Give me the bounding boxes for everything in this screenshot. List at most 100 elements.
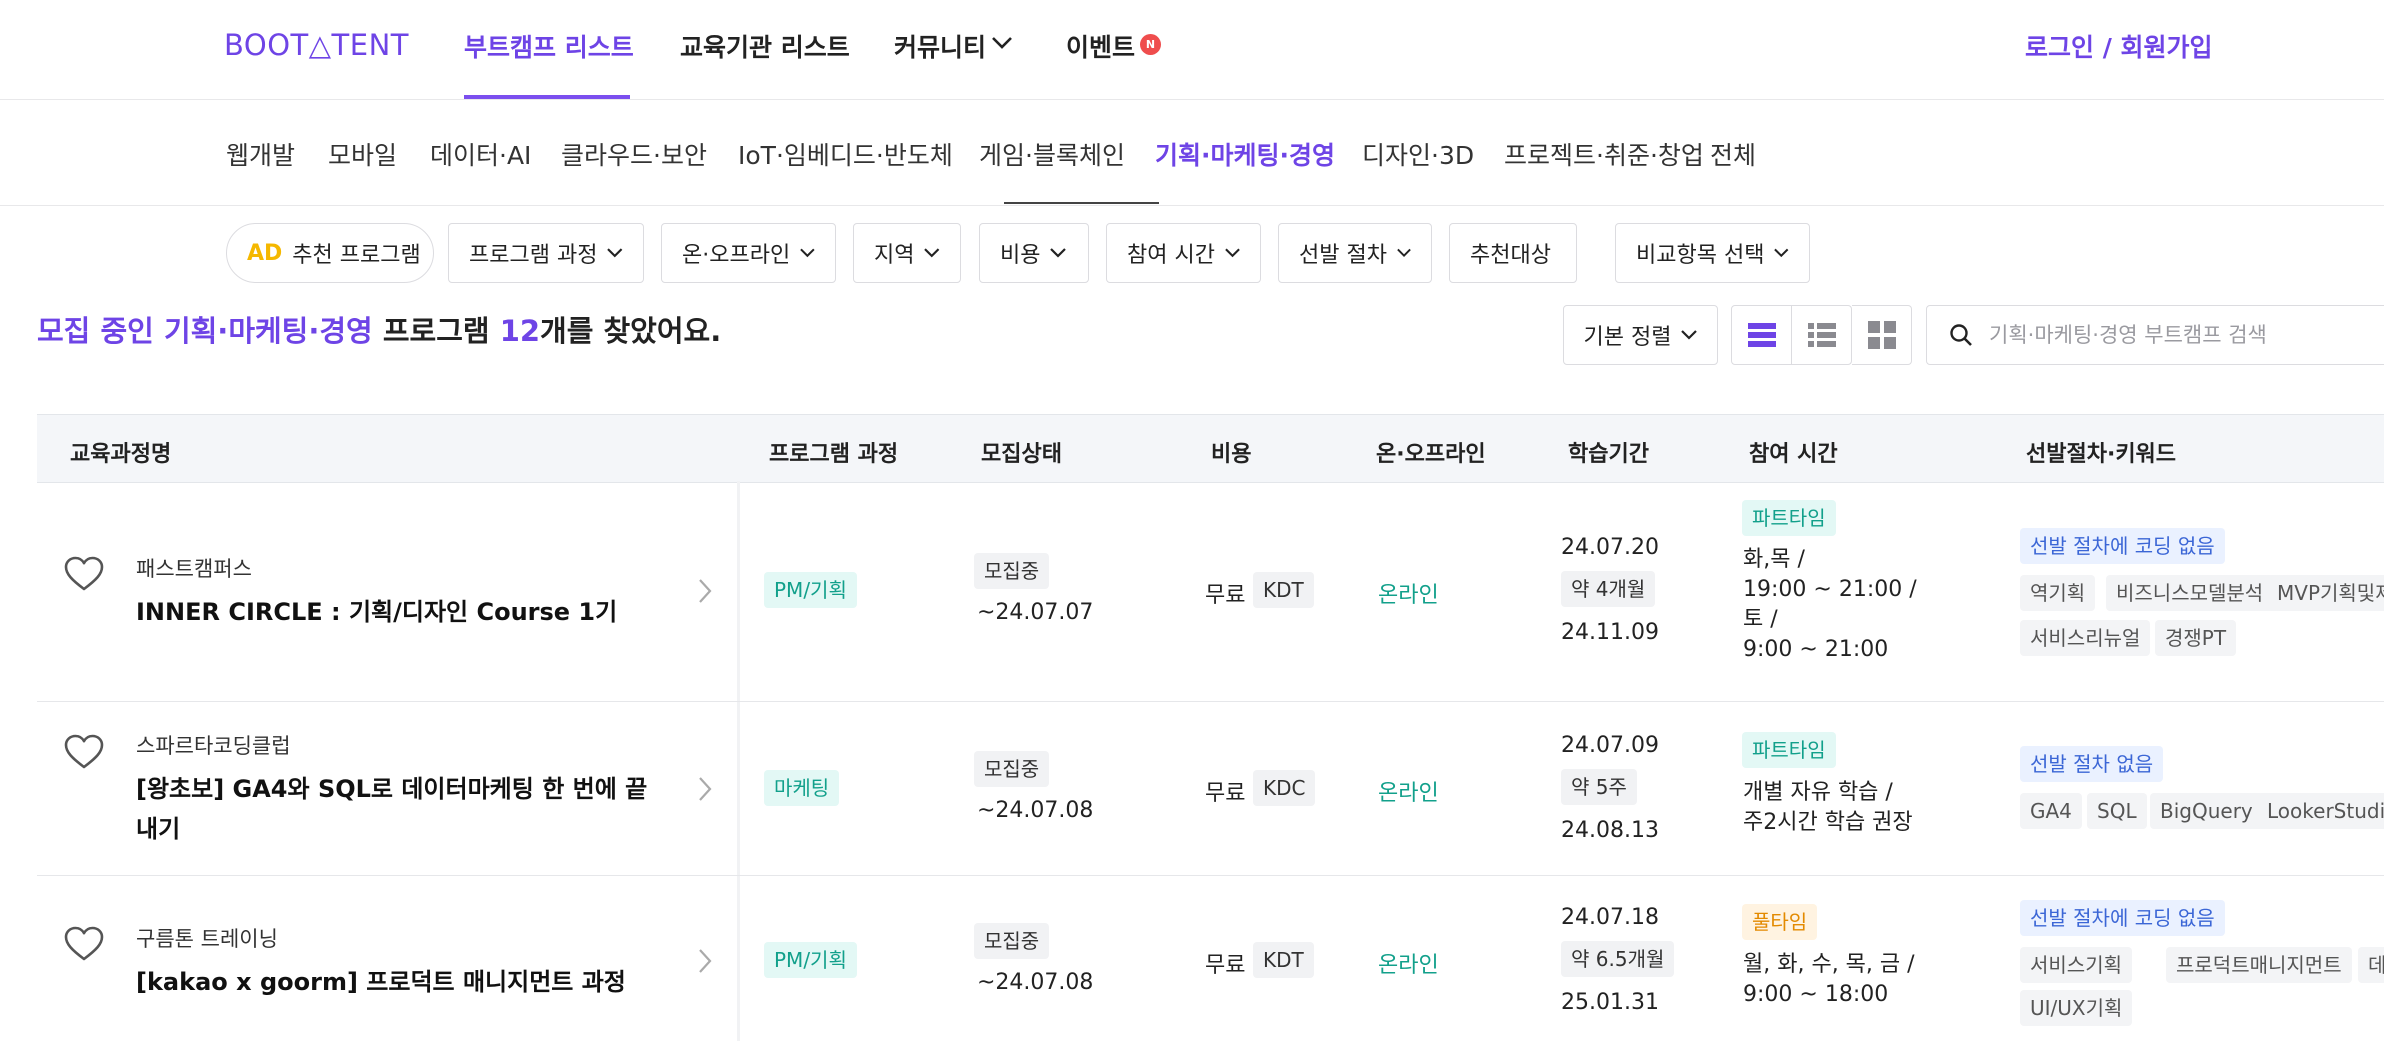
logo[interactable]: BOOT△TENT xyxy=(224,28,409,62)
chevron-right-icon xyxy=(698,776,712,802)
org-name: 구름톤 트레이닝 xyxy=(136,927,278,951)
heart-outline-icon[interactable] xyxy=(64,926,104,962)
deadline: ~24.07.08 xyxy=(977,970,1094,995)
search-icon xyxy=(1950,324,1972,346)
heart-outline-icon[interactable] xyxy=(64,734,104,770)
category-design-3d[interactable]: 디자인·3D xyxy=(1362,136,1474,172)
time-type-badge: 풀타임 xyxy=(1742,904,1818,940)
nav-bootcamp-list[interactable]: 부트캠프 리스트 xyxy=(464,28,634,64)
filter-label: 참여 시간 xyxy=(1127,243,1215,268)
table-row[interactable]: 스파르타코딩클럽 [왕초보] GA4와 SQL로 데이터마케팅 한 번에 끝내기… xyxy=(37,702,2384,876)
top-header: BOOT△TENT 부트캠프 리스트 교육기관 리스트 커뮤니티 이벤트 N 로… xyxy=(0,0,2384,100)
filter-target-audience[interactable]: 추천대상 xyxy=(1449,223,1577,283)
nav-event[interactable]: 이벤트 xyxy=(1066,28,1135,64)
filter-online-offline[interactable]: 온·오프라인 xyxy=(661,223,836,283)
chevron-down-icon xyxy=(924,248,940,258)
keyword-tag: SQL xyxy=(2087,793,2147,829)
filter-label: 비용 xyxy=(1000,243,1041,268)
category-all[interactable]: 전체 xyxy=(1710,136,1756,172)
th-selection-keywords: 선발절차·키워드 xyxy=(2026,442,2177,467)
filter-label: 선발 절차 xyxy=(1299,243,1387,268)
category-bar: 웹개발 모바일 데이터·AI 클라우드·보안 IoT·임베디드·반도체 게임·블… xyxy=(0,100,2384,206)
org-name: 스파르타코딩클럽 xyxy=(136,734,291,758)
program-badge: 마케팅 xyxy=(764,770,840,806)
start-date: 24.07.20 xyxy=(1561,535,1659,560)
end-date: 24.11.09 xyxy=(1561,620,1659,645)
status-badge: 모집중 xyxy=(974,923,1050,959)
result-middle: 프로그램 xyxy=(382,314,490,348)
filter-selection-process[interactable]: 선발 절차 xyxy=(1278,223,1432,283)
schedule-line: 화,목 / xyxy=(1743,547,1805,572)
category-planning-marketing[interactable]: 기획·마케팅·경영 xyxy=(1155,136,1335,172)
filter-compare-items[interactable]: 비교항목 선택 xyxy=(1615,223,1810,283)
category-mobile[interactable]: 모바일 xyxy=(328,136,397,172)
cost: 무료 xyxy=(1205,781,1246,806)
th-status: 모집상태 xyxy=(981,442,1062,467)
program-badge: PM/기획 xyxy=(764,942,857,978)
status-badge: 모집중 xyxy=(974,751,1050,787)
heart-outline-icon[interactable] xyxy=(64,556,104,592)
category-project-career[interactable]: 프로젝트·취준·창업 xyxy=(1504,136,1704,172)
schedule: 개별 자유 학습 / 주2시간 학습 권장 xyxy=(1743,778,1913,838)
online-mode: 온라인 xyxy=(1378,953,1439,978)
schedule-line: 주2시간 학습 권장 xyxy=(1743,810,1913,835)
cost-type-badge: KDT xyxy=(1253,572,1314,608)
table-row[interactable]: 구름톤 트레이닝 [kakao x goorm] 프로덕트 매니지먼트 과정 P… xyxy=(37,876,2384,1041)
sort-dropdown[interactable]: 기본 정렬 xyxy=(1563,305,1718,365)
grid-view-button[interactable] xyxy=(1852,305,1912,365)
keyword-tag: 서비스기획 xyxy=(2020,947,2132,983)
detail-list-view-button[interactable] xyxy=(1791,306,1851,364)
sort-label: 기본 정렬 xyxy=(1583,325,1672,350)
deadline: ~24.07.08 xyxy=(977,798,1094,823)
th-participation-time: 참여 시간 xyxy=(1749,442,1838,467)
schedule-line: 9:00 ~ 21:00 xyxy=(1743,637,1889,662)
category-web[interactable]: 웹개발 xyxy=(226,136,295,172)
cost-type-badge: KDT xyxy=(1253,942,1314,978)
result-summary: 모집 중인 기획·마케팅·경영 프로그램 12개를 찾았어요. xyxy=(37,308,721,350)
view-toggle-group xyxy=(1731,305,1852,365)
chevron-down-icon xyxy=(991,36,1013,50)
th-course-name: 교육과정명 xyxy=(70,442,172,467)
category-data-ai[interactable]: 데이터·AI xyxy=(430,136,531,172)
grid-view-icon xyxy=(1867,321,1896,349)
filter-region[interactable]: 지역 xyxy=(853,223,961,283)
cost-type-badge: KDC xyxy=(1253,770,1316,806)
nav-community[interactable]: 커뮤니티 xyxy=(894,28,986,64)
search-input[interactable] xyxy=(1987,322,2384,348)
th-duration: 학습기간 xyxy=(1568,442,1649,467)
category-cloud-security[interactable]: 클라우드·보안 xyxy=(561,136,707,172)
table-row[interactable]: 패스트캠퍼스 INNER CIRCLE : 기획/디자인 Course 1기 P… xyxy=(37,482,2384,702)
schedule-line: 월, 화, 수, 목, 금 / xyxy=(1743,952,1915,977)
course-title[interactable]: [왕초보] GA4와 SQL로 데이터마케팅 한 번에 끝내기 xyxy=(136,769,656,849)
login-signup-link[interactable]: 로그인 / 회원가입 xyxy=(2025,28,2213,64)
filter-cost[interactable]: 비용 xyxy=(979,223,1089,283)
chevron-down-icon xyxy=(1774,248,1789,258)
keyword-tag: 서비스리뉴얼 xyxy=(2020,620,2151,656)
duration-badge: 약 4개월 xyxy=(1561,571,1656,607)
selection-badge: 선발 절차 없음 xyxy=(2020,746,2164,782)
chevron-down-icon xyxy=(1681,330,1698,340)
start-date: 24.07.09 xyxy=(1561,733,1659,758)
nav-active-underline xyxy=(464,95,630,99)
result-prefix: 모집 중인 xyxy=(37,314,154,348)
course-title[interactable]: INNER CIRCLE : 기획/디자인 Course 1기 xyxy=(136,592,656,632)
filter-label: 지역 xyxy=(874,243,915,268)
schedule-line: 토 / xyxy=(1743,607,1778,632)
list-view-button[interactable] xyxy=(1732,306,1791,364)
end-date: 25.01.31 xyxy=(1561,990,1659,1015)
ad-recommended-chip[interactable]: AD 추천 프로그램 xyxy=(226,223,434,283)
th-online-offline: 온·오프라인 xyxy=(1376,442,1486,467)
chevron-down-icon xyxy=(800,248,815,258)
filter-label: 온·오프라인 xyxy=(682,243,791,268)
filter-participation-time[interactable]: 참여 시간 xyxy=(1106,223,1261,283)
filter-program-course[interactable]: 프로그램 과정 xyxy=(448,223,644,283)
category-iot[interactable]: IoT·임베디드·반도체 xyxy=(738,136,953,172)
keyword-tag: 프로덕트매니지먼트 xyxy=(2166,947,2352,983)
nav-institution-list[interactable]: 교육기관 리스트 xyxy=(680,28,850,64)
org-name: 패스트캠퍼스 xyxy=(136,557,252,581)
search-box xyxy=(1926,305,2384,365)
course-title[interactable]: [kakao x goorm] 프로덕트 매니지먼트 과정 xyxy=(136,962,696,1002)
online-mode: 온라인 xyxy=(1378,583,1439,608)
category-game-blockchain[interactable]: 게임·블록체인 xyxy=(979,136,1125,172)
status-badge: 모집중 xyxy=(974,553,1050,589)
